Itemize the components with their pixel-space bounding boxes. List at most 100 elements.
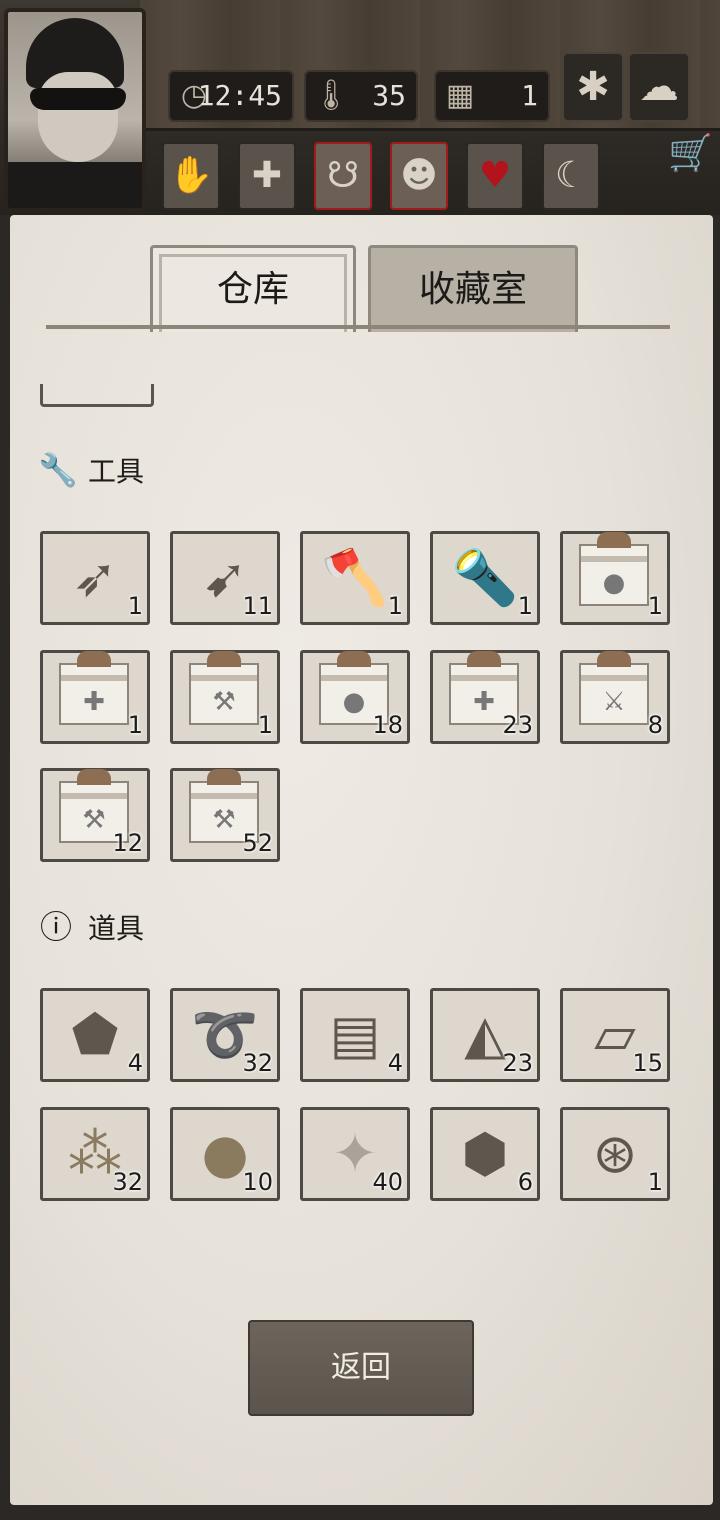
item-count: 32 [112,1168,143,1196]
inventory-slot[interactable]: 🪓 1 [300,531,410,625]
item-count: 1 [647,1168,663,1196]
weather-button[interactable]: ☁ [628,52,690,122]
item-count: 40 [372,1168,403,1196]
day-value: 1 [521,79,538,112]
temperature-value: 35 [372,79,406,112]
temperature-display: 🌡 35 [304,70,418,122]
status-sleep-button[interactable]: ☾ [542,142,600,210]
status-health-button[interactable]: ♥ [466,142,524,210]
inventory-slot[interactable]: ➹ 11 [170,531,280,625]
inventory-slot[interactable]: ⬟ 4 [40,988,150,1082]
bow-icon: ➶ [72,546,118,609]
tab-label: 仓库 [216,269,289,310]
inventory-slot[interactable]: ➰ 32 [170,988,280,1082]
inventory-slot[interactable]: ⚒ 52 [170,768,280,862]
leaf-icon: ✱ [576,64,610,110]
partial-item-cell [40,384,154,407]
portrait-sunglasses [30,88,126,110]
item-count: 15 [632,1049,663,1077]
item-count: 1 [127,592,143,620]
question-circle-icon: ⓘ [39,908,72,946]
day-display: ▦ 1 [434,70,550,122]
shop-button[interactable]: 🛒 [668,132,713,176]
item-count: 8 [647,711,663,739]
inventory-slot[interactable]: ● 10 [170,1107,280,1201]
moon-icon: ☾ [554,155,588,196]
compass-icon: ⊛ [592,1122,638,1185]
back-button[interactable]: 返回 [248,1320,474,1416]
inventory-slot[interactable]: ▱ 15 [560,988,670,1082]
status-mental-button[interactable]: ☻ [390,142,448,210]
stone-icon: ⬟ [71,1003,119,1066]
gift-box-tools-wood-icon: ⚒ [189,651,259,725]
item-count: 23 [502,711,533,739]
status-bandage-button[interactable]: ✋ [162,142,220,210]
inventory-slot[interactable]: ✚ 1 [40,650,150,744]
inventory-slot[interactable]: ⊛ 1 [560,1107,670,1201]
inventory-slot[interactable]: 🔦 1 [430,531,540,625]
inventory-slot[interactable]: ➶ 1 [40,531,150,625]
tab-warehouse[interactable]: 仓库 [150,245,356,332]
time-value: 12:45 [197,79,282,112]
item-count: 4 [127,1049,143,1077]
inventory-slot[interactable]: ✦ 40 [300,1107,410,1201]
item-count: 1 [387,592,403,620]
inventory-slot[interactable]: ⚔ 8 [560,650,670,744]
calendar-icon: ▦ [445,78,475,113]
cart-icon: 🛒 [668,133,713,174]
axe-icon: 🪓 [321,546,389,609]
item-count: 1 [517,592,533,620]
item-count: 1 [127,711,143,739]
item-count: 1 [257,711,273,739]
medical-cross-icon: ✚ [251,155,283,196]
item-count: 4 [387,1049,403,1077]
gift-box-weapons-icon: ⚔ [579,651,649,725]
character-portrait[interactable] [4,8,146,212]
inventory-slot[interactable]: ● 1 [560,531,670,625]
inventory-slot[interactable]: ✚ 23 [430,650,540,744]
tab-divider [46,325,670,329]
section-title: 道具 [88,912,145,945]
season-button[interactable]: ✱ [562,52,624,122]
item-count: 18 [372,711,403,739]
thermometer-icon: 🌡 [312,78,351,113]
portrait-coat [8,162,142,208]
time-display: ◷ 12:45 [168,70,294,122]
item-count: 10 [242,1168,273,1196]
item-count: 23 [502,1049,533,1077]
tab-label: 收藏室 [418,269,527,310]
wrench-icon: 🔧 [38,451,78,489]
item-count: 52 [242,829,273,857]
section-title: 工具 [88,455,145,488]
cube-box-icon: ⬢ [461,1122,509,1185]
tab-collection[interactable]: 收藏室 [368,245,578,332]
inventory-slot[interactable]: ⚒ 1 [170,650,280,744]
item-count: 1 [647,592,663,620]
item-count: 32 [242,1049,273,1077]
inventory-slot[interactable]: ⁂ 32 [40,1107,150,1201]
inventory-slot[interactable]: ● 18 [300,650,410,744]
item-count: 12 [112,829,143,857]
inventory-slot[interactable]: ⬢ 6 [430,1107,540,1201]
stomach-icon: ☋ [327,155,359,196]
flashlight-icon: 🔦 [451,546,519,609]
section-props-header: ⓘ 道具 [38,907,144,947]
status-medical-button[interactable]: ✚ [238,142,296,210]
back-button-label: 返回 [331,1350,391,1385]
inventory-slot[interactable]: ◭ 23 [430,988,540,1082]
gift-box-medical-icon: ✚ [59,651,129,725]
inventory-slot[interactable]: ⚒ 12 [40,768,150,862]
heart-icon: ♥ [478,155,512,196]
bandage-hand-icon: ✋ [168,155,214,196]
gift-box-food-icon: ● [579,532,649,606]
item-count: 11 [242,592,273,620]
inventory-slot[interactable]: ▤ 4 [300,988,410,1082]
top-bar: ◷ 12:45 🌡 35 ▦ 1 ✱ ☁ 🛒 ✋ ✚ ☋ ☻ ♥ ☾ [0,0,720,215]
item-count: 6 [517,1168,533,1196]
planks-icon: ▤ [329,1003,381,1066]
section-tools-header: 🔧 工具 [38,450,144,490]
portrait-face [38,72,118,162]
cloud-icon: ☁ [639,64,679,110]
head-icon: ☻ [400,155,438,196]
status-hunger-button[interactable]: ☋ [314,142,372,210]
